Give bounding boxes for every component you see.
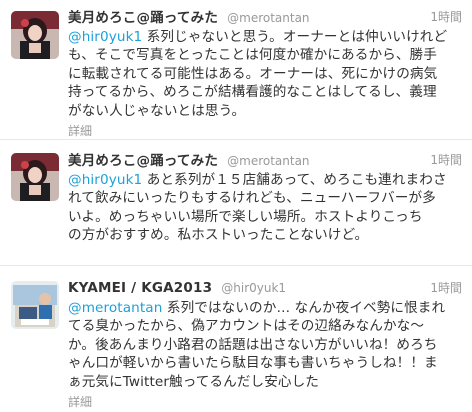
tweet-text-line: ゃん口が軽いから書いたら駄目な事も書いちゃうしね！！ま	[68, 355, 438, 372]
author-name[interactable]: KYAMEI / KGA2013	[68, 280, 212, 296]
tweet-text-line: がない人じゃないとは思う。	[68, 102, 246, 119]
details-link[interactable]: 詳細	[68, 393, 464, 410]
tweet-text: @hir0yuk1 あと系列が１５店舗あって、めろこも連れまわさ れて飲みにいっ…	[68, 171, 464, 245]
tweet-text: @merotantan 系列ではないのか… なんか夜イベ勢に恨まれ てる臭かった…	[68, 299, 464, 391]
tweet-text-line: いよ。めっちゃいい場所で楽しい場所。ホストよりこっち	[68, 208, 423, 225]
tweet-text-line: か。後あんまり小路君の話題は出さない方がいいね！めろち	[68, 336, 438, 353]
mention-link[interactable]: @merotantan	[68, 300, 162, 316]
tweet-text-line: あと系列が１５店舗あって、めろこも連れまわさ	[142, 172, 447, 188]
mention-link[interactable]: @hir0yuk1	[68, 172, 142, 188]
timestamp[interactable]: 1時間	[430, 8, 462, 25]
author-handle[interactable]: @hir0yuk1	[221, 281, 286, 295]
tweet-text-line: も、そこで写真をとったことは何度か確かにあるから、勝手	[68, 47, 437, 64]
tweet-text-line: 系列じゃないと思う。オーナーとは仲いいけれど	[142, 29, 448, 45]
tweet-text-line: に転載されてる可能性はある。オーナーは、死にかけの病気	[68, 65, 438, 82]
timestamp[interactable]: 1時間	[430, 151, 462, 168]
details-link[interactable]: 詳細	[68, 122, 464, 139]
timeline: 美月めろこ@踊ってみた @merotantan 1時間 @hir0yuk1 系列…	[0, 0, 472, 412]
avatar-image	[11, 281, 59, 329]
timestamp[interactable]: 1時間	[430, 279, 462, 296]
avatar[interactable]	[11, 153, 59, 201]
tweet-text-line: 系列ではないのか… なんか夜イベ勢に恨まれ	[162, 300, 446, 316]
tweet-text-line: れて飲みにいったりもするけれども、ニューハーフバーが多	[68, 190, 436, 207]
mention-link[interactable]: @hir0yuk1	[68, 29, 142, 45]
author-handle[interactable]: @merotantan	[227, 154, 309, 168]
tweet-text-line: てる臭かったから、偽アカウントはその辺絡みなんかな〜	[68, 318, 425, 335]
tweet[interactable]: 美月めろこ@踊ってみた @merotantan 1時間 @hir0yuk1 あと…	[0, 140, 472, 266]
tweet[interactable]: 美月めろこ@踊ってみた @merotantan 1時間 @hir0yuk1 系列…	[0, 0, 472, 140]
tweet-text: @hir0yuk1 系列じゃないと思う。オーナーとは仲いいけれど も、そこで写真…	[68, 28, 464, 120]
author-name[interactable]: 美月めろこ@踊ってみた	[68, 10, 218, 26]
avatar-image	[11, 11, 59, 59]
author-name[interactable]: 美月めろこ@踊ってみた	[68, 153, 218, 169]
avatar[interactable]	[11, 11, 59, 59]
avatar[interactable]	[11, 281, 59, 329]
tweet-text-line: 持ってるから、めろこが結構看護的なことはしてるし、義理	[68, 84, 437, 101]
tweet-text-line: ぁ元気にTwitter触ってるんだし安心した	[68, 373, 319, 390]
tweet-text-line: の方がおすすめ。私ホストいったことないけど。	[68, 227, 369, 244]
author-handle[interactable]: @merotantan	[227, 11, 309, 25]
tweet[interactable]: KYAMEI / KGA2013 @hir0yuk1 1時間 @merotant…	[0, 266, 472, 412]
avatar-image	[11, 153, 59, 201]
